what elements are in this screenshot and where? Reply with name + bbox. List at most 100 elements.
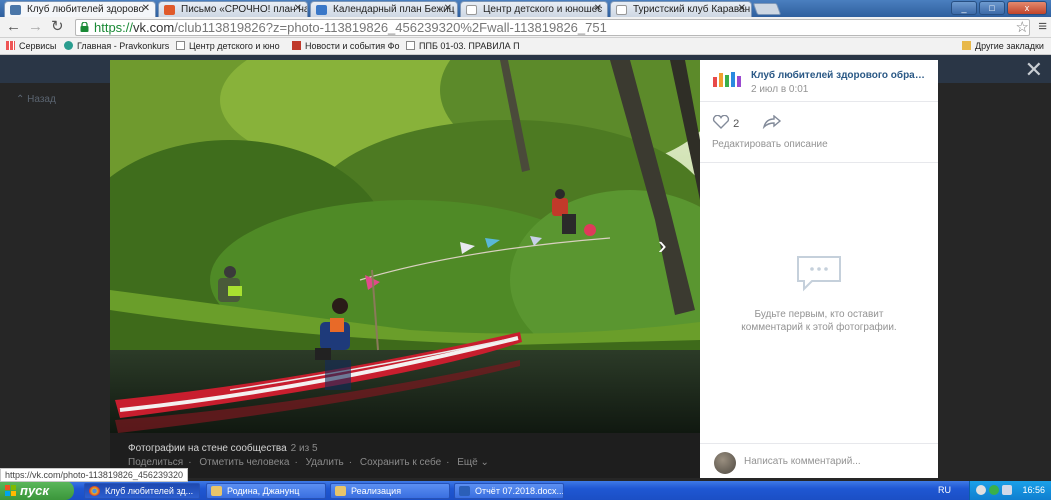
mail-icon xyxy=(164,5,175,15)
comments-empty-icon xyxy=(797,256,841,292)
like-count: 2 xyxy=(733,118,740,130)
bookmark-apps[interactable]: Сервисы xyxy=(6,41,56,51)
photo-canvas xyxy=(110,60,700,433)
bookmark-label: Сервисы xyxy=(19,41,57,51)
close-viewer-icon[interactable]: ✕ xyxy=(1025,59,1043,81)
more-dropdown[interactable]: Ещё ⌄ xyxy=(457,457,489,468)
pravkonkurs-icon xyxy=(64,41,73,50)
bookmark-news[interactable]: Новости и события Фо xyxy=(292,41,399,51)
page-icon xyxy=(406,41,415,50)
close-tab-icon[interactable]: ✕ xyxy=(594,3,602,14)
browser-tab-bar: Клуб любителей здорово ✕ Письмо «СРОЧНО!… xyxy=(0,0,1051,17)
url-scheme: https:// xyxy=(94,20,134,35)
photo[interactable] xyxy=(110,60,700,433)
bookmark-center[interactable]: Центр детского и юно xyxy=(176,41,280,51)
caption-title[interactable]: Фотографии на стене сообщества xyxy=(128,443,287,454)
page-icon xyxy=(466,5,477,15)
bookmarks-bar: Сервисы Главная - Pravkonkurs Центр детс… xyxy=(0,38,1051,55)
minimize-button[interactable]: _ xyxy=(951,1,977,15)
comment-input[interactable]: Написать комментарий... xyxy=(744,456,861,467)
save-to-me-link[interactable]: Сохранить к себе xyxy=(360,457,441,468)
vk-page: ⌃ Назад ✕ › Фотографии на стене сообщест… xyxy=(0,55,1051,481)
photo-side-panel: Клуб любителей здорового образа ... 2 ию… xyxy=(700,60,938,478)
windows-taskbar: пуск Клуб любителей зд... Родина, Джанун… xyxy=(0,481,1051,500)
group-name-link[interactable]: Клуб любителей здорового образа ... xyxy=(751,70,929,81)
share-icon[interactable] xyxy=(762,114,782,130)
new-tab-button[interactable] xyxy=(752,3,782,15)
tab-calendar[interactable]: Календарный план Бежиц ✕ xyxy=(310,1,458,17)
post-date[interactable]: 2 июл в 0:01 xyxy=(751,84,808,95)
edit-description-link[interactable]: Редактировать описание xyxy=(712,139,828,150)
close-tab-icon[interactable]: ✕ xyxy=(444,3,452,14)
heart-icon[interactable] xyxy=(712,114,730,129)
apps-icon xyxy=(6,41,15,50)
tab-label: Календарный план Бежиц xyxy=(333,4,455,15)
news-icon xyxy=(292,41,301,50)
page-icon xyxy=(616,5,627,15)
tab-vk-club[interactable]: Клуб любителей здорово ✕ xyxy=(4,1,156,17)
tag-person-link[interactable]: Отметить человека xyxy=(199,457,289,468)
bookmark-label: Главная - Pravkonkurs xyxy=(77,41,170,51)
task-word-report[interactable]: Отчёт 07.2018.docx... xyxy=(454,483,564,499)
window-controls: _ □ x xyxy=(951,1,1047,15)
tab-label: Туристский клуб Караван xyxy=(633,4,751,15)
close-tab-icon[interactable]: ✕ xyxy=(294,3,302,14)
bookmark-ppb[interactable]: ППБ 01-03. ПРАВИЛА П xyxy=(406,41,520,51)
close-tab-icon[interactable]: ✕ xyxy=(738,3,746,14)
security-icon[interactable] xyxy=(989,485,999,495)
chrome-icon xyxy=(89,486,100,496)
photo-caption: Фотографии на стене сообщества 2 из 5 xyxy=(128,443,318,454)
tab-center[interactable]: Центр детского и юношес ✕ xyxy=(460,1,608,17)
back-link[interactable]: ⌃ Назад xyxy=(16,94,56,105)
menu-icon[interactable]: ≡ xyxy=(1038,18,1047,35)
back-arrow-icon[interactable]: ← xyxy=(6,19,21,35)
close-window-button[interactable]: x xyxy=(1007,1,1047,15)
next-photo-icon[interactable]: › xyxy=(658,232,667,258)
task-label: Родина, Джанунц xyxy=(227,486,300,496)
start-button[interactable]: пуск xyxy=(0,481,74,500)
task-chrome[interactable]: Клуб любителей зд... xyxy=(84,483,200,499)
bookmark-label: ППБ 01-03. ПРАВИЛА П xyxy=(419,41,520,51)
task-folder-realizaciya[interactable]: Реализация xyxy=(330,483,450,499)
maximize-button[interactable]: □ xyxy=(979,1,1005,15)
group-avatar[interactable] xyxy=(711,69,743,91)
start-label: пуск xyxy=(20,483,49,498)
url-host: vk.com xyxy=(133,20,175,35)
close-tab-icon[interactable]: ✕ xyxy=(142,3,150,14)
reload-icon[interactable]: ↻ xyxy=(51,19,64,35)
empty-line-1: Будьте первым, кто оставит xyxy=(754,309,884,320)
task-folder-rodina[interactable]: Родина, Джанунц xyxy=(206,483,326,499)
network-icon[interactable] xyxy=(976,485,986,495)
vk-icon xyxy=(10,5,21,15)
browser-toolbar: ← → ↻ https://vk.com/club113819826?z=pho… xyxy=(0,17,1051,38)
photo-actions: Поделиться · Отметить человека · Удалить · … xyxy=(128,457,489,468)
tab-label: Клуб любителей здорово xyxy=(27,4,145,15)
divider xyxy=(700,162,938,163)
back-label: Назад xyxy=(27,94,56,105)
no-comments-text: Будьте первым, кто оставит комментарий к… xyxy=(720,308,918,334)
address-bar[interactable]: https://vk.com/club113819826?z=photo-113… xyxy=(75,19,1030,36)
bookmark-label: Центр детского и юно xyxy=(189,41,280,51)
task-label: Реализация xyxy=(351,486,402,496)
language-indicator[interactable]: RU xyxy=(938,485,951,495)
photo-counter: 2 из 5 xyxy=(290,443,318,454)
tab-mail[interactable]: Письмо «СРОЧНО! план на ✕ xyxy=(158,1,308,17)
delete-link[interactable]: Удалить xyxy=(306,457,344,468)
comment-composer: Написать комментарий... xyxy=(700,443,938,478)
clock[interactable]: 16:56 xyxy=(1022,485,1045,495)
like-share-row: 2 xyxy=(712,114,782,130)
bookmark-star-icon[interactable]: ☆ xyxy=(1016,18,1029,36)
tab-karavan[interactable]: Туристский клуб Караван ✕ xyxy=(610,1,752,17)
tab-label: Письмо «СРОЧНО! план на xyxy=(181,4,308,15)
volume-icon[interactable] xyxy=(1002,485,1012,495)
user-avatar xyxy=(714,452,736,474)
status-bar-url: https://vk.com/photo-113819826_456239320 xyxy=(0,468,188,482)
photo-viewer: › Фотографии на стене сообщества 2 из 5 П… xyxy=(110,60,700,478)
system-tray: 16:56 xyxy=(969,481,1051,500)
lock-icon xyxy=(80,22,89,32)
share-link[interactable]: Поделиться xyxy=(128,457,183,468)
author-header: Клуб любителей здорового образа ... 2 ию… xyxy=(700,60,938,102)
bookmark-pravkonkurs[interactable]: Главная - Pravkonkurs xyxy=(64,41,169,51)
bookmark-other[interactable]: Другие закладки xyxy=(962,41,1044,51)
forward-arrow-icon[interactable]: → xyxy=(28,19,43,35)
